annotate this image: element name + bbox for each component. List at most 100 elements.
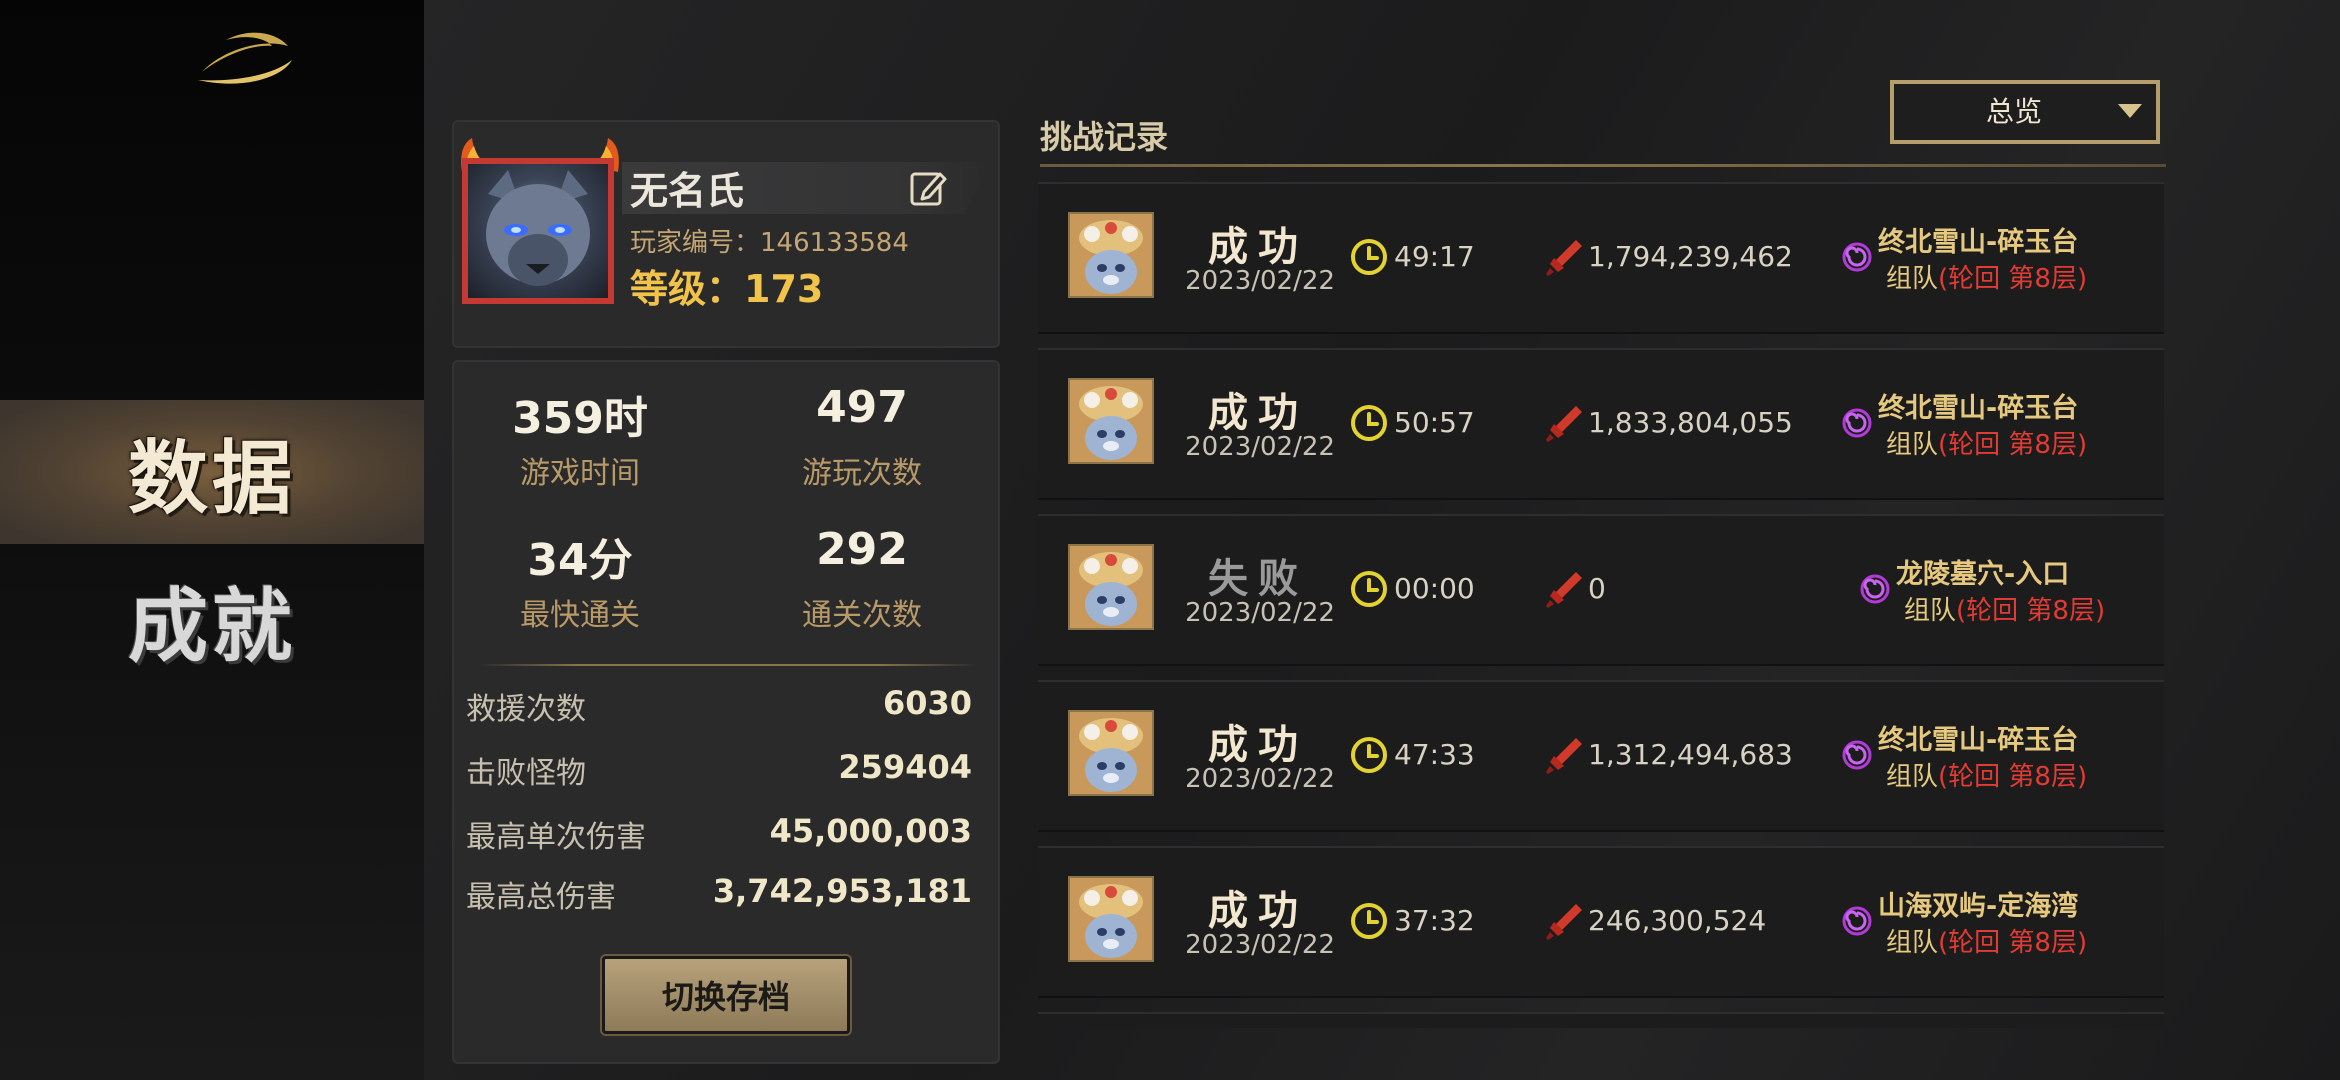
chevron-down-icon xyxy=(2118,104,2142,118)
list-item[interactable]: 成功 2023/02/22 47:33 1,312,494,683 终北雪山-碎玉台 组队… xyxy=(1038,680,2164,830)
list-item[interactable]: 成功 2023/02/22 37:32 246,300,524 山海双屿-定海湾 组队(轮… xyxy=(1038,846,2164,996)
stat-fastest-clear-value: 34分 xyxy=(527,535,633,586)
sword-icon xyxy=(1546,902,1582,940)
sword-icon xyxy=(1546,404,1582,442)
player-id-label: 玩家编号： xyxy=(630,228,761,258)
list-item[interactable]: 成功 2023/02/22 50:57 1,833,804,055 终北雪山-碎玉台 组队… xyxy=(1038,348,2164,498)
level-label: 等级： xyxy=(630,267,745,311)
record-mode: 组队(轮回 第8层) xyxy=(1904,590,2105,627)
clock-icon xyxy=(1350,238,1388,276)
record-mode-detail: (轮回 第8层) xyxy=(1956,596,2106,626)
portal-swirl-icon xyxy=(1842,906,1872,936)
character-thumbnail xyxy=(1068,378,1154,464)
record-mode-prefix: 组队 xyxy=(1886,928,1939,958)
record-mode: 组队(轮回 第8层) xyxy=(1886,756,2087,793)
player-level: 等级：173 xyxy=(630,258,823,313)
edit-icon[interactable] xyxy=(908,168,948,208)
stat-clear-count-value: 292 xyxy=(816,524,908,575)
record-damage: 1,833,804,055 xyxy=(1588,406,1793,439)
player-id-value: 146133584 xyxy=(760,228,909,258)
stat-fastest-clear-label: 最快通关 xyxy=(520,598,640,633)
stat-play-count-label: 游玩次数 xyxy=(802,456,922,491)
character-thumbnail xyxy=(1068,876,1154,962)
record-date: 2023/02/22 xyxy=(1185,764,1335,794)
record-result: 失败 xyxy=(1208,556,1308,602)
avatar[interactable] xyxy=(458,136,622,308)
record-time: 00:00 xyxy=(1394,572,1475,605)
clock-icon xyxy=(1350,404,1388,442)
record-result: 成功 xyxy=(1208,224,1308,270)
record-date: 2023/02/22 xyxy=(1185,266,1335,296)
record-mode: 组队(轮回 第8层) xyxy=(1886,922,2087,959)
record-mode-prefix: 组队 xyxy=(1886,762,1939,792)
record-mode-detail: (轮回 第8层) xyxy=(1938,762,2088,792)
record-damage: 246,300,524 xyxy=(1588,904,1767,937)
sword-icon xyxy=(1546,238,1582,276)
player-id: 玩家编号：146133584 xyxy=(630,222,909,259)
stat-kills-value: 259404 xyxy=(838,748,972,786)
record-time: 37:32 xyxy=(1394,904,1475,937)
records-title: 挑战记录 xyxy=(1040,118,1169,156)
record-time: 47:33 xyxy=(1394,738,1475,771)
clock-icon xyxy=(1350,736,1388,774)
record-time: 50:57 xyxy=(1394,406,1475,439)
record-stage: 终北雪山-碎玉台 xyxy=(1878,393,2079,424)
character-thumbnail xyxy=(1068,212,1154,298)
player-name: 无名氏 xyxy=(630,169,745,213)
record-time: 49:17 xyxy=(1394,240,1475,273)
record-stage: 山海双屿-定海湾 xyxy=(1878,891,2079,922)
portal-swirl-icon xyxy=(1842,740,1872,770)
avatar-portrait xyxy=(462,158,614,304)
record-mode-detail: (轮回 第8层) xyxy=(1938,430,2088,460)
character-thumbnail xyxy=(1068,710,1154,796)
record-date: 2023/02/22 xyxy=(1185,930,1335,960)
records-title-underline xyxy=(1040,164,2166,167)
stat-kills-label: 击败怪物 xyxy=(466,756,586,791)
wolf-portrait-icon xyxy=(486,170,590,286)
records-filter-dropdown[interactable]: 总览 xyxy=(1890,80,2160,144)
logo-icon xyxy=(198,32,292,84)
record-stage: 终北雪山-碎玉台 xyxy=(1878,227,2079,258)
record-result: 成功 xyxy=(1208,722,1308,768)
sword-icon xyxy=(1546,570,1582,608)
portal-swirl-icon xyxy=(1860,574,1890,604)
record-stage: 龙陵墓穴-入口 xyxy=(1896,559,2070,590)
record-mode-detail: (轮回 第8层) xyxy=(1938,264,2088,294)
list-item-partial[interactable] xyxy=(1038,1012,2164,1028)
record-damage: 0 xyxy=(1588,572,1606,605)
portal-swirl-icon xyxy=(1842,408,1872,438)
switch-save-button[interactable]: 切换存档 xyxy=(602,956,850,1034)
nav-item-achievements[interactable]: 成就 xyxy=(0,548,424,692)
clock-icon xyxy=(1350,570,1388,608)
stat-max-hit-value: 45,000,003 xyxy=(769,812,972,850)
records-filter-value: 总览 xyxy=(1985,95,2042,128)
stat-play-count-value: 497 xyxy=(816,382,908,433)
record-date: 2023/02/22 xyxy=(1185,432,1335,462)
list-item[interactable]: 失败 2023/02/22 00:00 0 龙陵墓穴-入口 组队(轮回 第8层) xyxy=(1038,514,2164,664)
record-date: 2023/02/22 xyxy=(1185,598,1335,628)
list-item[interactable]: 成功 2023/02/22 49:17 1,794,239,462 终北雪山-碎玉台 组队… xyxy=(1038,182,2164,332)
record-stage: 终北雪山-碎玉台 xyxy=(1878,725,2079,756)
nav-item-data[interactable]: 数据 xyxy=(0,400,424,544)
character-thumbnail xyxy=(1068,544,1154,630)
stat-clear-count-label: 通关次数 xyxy=(802,598,922,633)
stat-play-time-value: 359时 xyxy=(512,393,648,444)
record-mode-prefix: 组队 xyxy=(1886,264,1939,294)
record-damage: 1,794,239,462 xyxy=(1588,240,1793,273)
stat-rescue-value: 6030 xyxy=(882,684,972,722)
stat-max-total-label: 最高总伤害 xyxy=(466,880,616,915)
level-value: 173 xyxy=(744,267,824,311)
sidebar: 数据 成就 xyxy=(0,0,424,1080)
record-mode-detail: (轮回 第8层) xyxy=(1938,928,2088,958)
stat-rescue-label: 救援次数 xyxy=(466,692,586,727)
record-mode: 组队(轮回 第8层) xyxy=(1886,258,2087,295)
stat-max-hit-label: 最高单次伤害 xyxy=(466,820,646,855)
portal-swirl-icon xyxy=(1842,242,1872,272)
stat-max-total-value: 3,742,953,181 xyxy=(712,872,972,910)
record-mode-prefix: 组队 xyxy=(1904,596,1957,626)
record-result: 成功 xyxy=(1208,390,1308,436)
record-mode: 组队(轮回 第8层) xyxy=(1886,424,2087,461)
stat-play-time-label: 游戏时间 xyxy=(520,456,640,491)
stats-divider xyxy=(478,664,978,666)
sword-icon xyxy=(1546,736,1582,774)
